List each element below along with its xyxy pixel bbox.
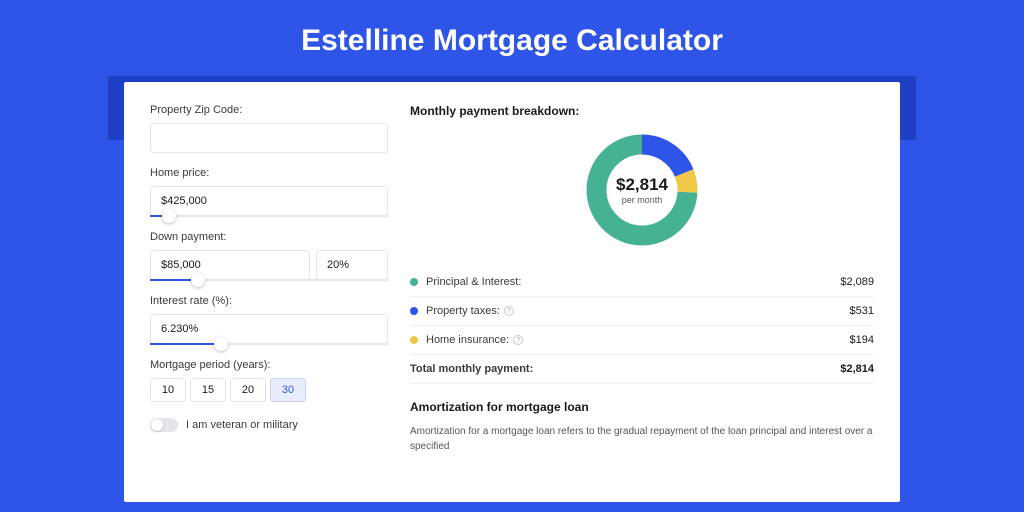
legend-label: Property taxes:	[426, 305, 500, 317]
period-option-10[interactable]: 10	[150, 378, 186, 402]
page-title: Estelline Mortgage Calculator	[0, 0, 1024, 76]
zip-label: Property Zip Code:	[150, 104, 388, 116]
donut-sub: per month	[616, 195, 668, 205]
donut-chart: $2,814 per month	[582, 130, 702, 250]
donut-center: $2,814 per month	[616, 175, 668, 205]
period-option-15[interactable]: 15	[190, 378, 226, 402]
legend-total-row: Total monthly payment: $2,814	[410, 354, 874, 384]
input-column: Property Zip Code: Home price: Down paym…	[150, 104, 388, 480]
period-options: 10152030	[150, 378, 388, 402]
period-option-30[interactable]: 30	[270, 378, 306, 402]
legend-label: Home insurance:	[426, 334, 509, 346]
veteran-label: I am veteran or military	[186, 419, 298, 431]
amortization-text: Amortization for a mortgage loan refers …	[410, 424, 874, 454]
legend-total-value: $2,814	[840, 363, 874, 375]
interest-slider[interactable]	[150, 343, 388, 345]
period-field-group: Mortgage period (years): 10152030	[150, 359, 388, 402]
legend: Principal & Interest: $2,089 Property taxe…	[410, 268, 874, 354]
interest-field-group: Interest rate (%):	[150, 295, 388, 345]
veteran-toggle-row: I am veteran or military	[150, 418, 388, 432]
home-price-field-group: Home price:	[150, 167, 388, 217]
legend-dot-icon	[410, 307, 418, 315]
period-option-20[interactable]: 20	[230, 378, 266, 402]
period-label: Mortgage period (years):	[150, 359, 388, 371]
legend-dot-icon	[410, 336, 418, 344]
legend-value: $2,089	[840, 276, 874, 288]
legend-label: Principal & Interest:	[426, 276, 521, 288]
amortization-section: Amortization for mortgage loan Amortizat…	[410, 400, 874, 454]
zip-input[interactable]	[150, 123, 388, 153]
zip-field-group: Property Zip Code:	[150, 104, 388, 153]
down-payment-slider[interactable]	[150, 279, 388, 281]
legend-row-property_taxes: Property taxes:? $531	[410, 297, 874, 326]
home-price-slider[interactable]	[150, 215, 388, 217]
interest-slider-fill	[150, 343, 221, 345]
legend-value: $531	[850, 305, 874, 317]
breakdown-column: Monthly payment breakdown: $2,814 per mo…	[410, 104, 874, 480]
interest-slider-thumb[interactable]	[214, 337, 228, 351]
calculator-card: Property Zip Code: Home price: Down paym…	[124, 82, 900, 502]
home-price-label: Home price:	[150, 167, 388, 179]
down-payment-pct-input[interactable]	[316, 250, 388, 280]
down-payment-label: Down payment:	[150, 231, 388, 243]
down-payment-field-group: Down payment:	[150, 231, 388, 281]
home-price-slider-thumb[interactable]	[162, 209, 176, 223]
legend-row-principal_interest: Principal & Interest: $2,089	[410, 268, 874, 297]
amortization-title: Amortization for mortgage loan	[410, 400, 874, 414]
home-price-input[interactable]	[150, 186, 388, 216]
legend-value: $194	[850, 334, 874, 346]
interest-label: Interest rate (%):	[150, 295, 388, 307]
down-payment-slider-thumb[interactable]	[191, 273, 205, 287]
breakdown-title: Monthly payment breakdown:	[410, 104, 874, 118]
legend-row-home_insurance: Home insurance:? $194	[410, 326, 874, 354]
legend-total-label: Total monthly payment:	[410, 363, 533, 375]
interest-input[interactable]	[150, 314, 388, 344]
donut-chart-wrap: $2,814 per month	[410, 130, 874, 250]
legend-dot-icon	[410, 278, 418, 286]
info-icon[interactable]: ?	[513, 335, 523, 345]
info-icon[interactable]: ?	[504, 306, 514, 316]
donut-amount: $2,814	[616, 175, 668, 195]
down-payment-input[interactable]	[150, 250, 310, 280]
veteran-toggle[interactable]	[150, 418, 178, 432]
